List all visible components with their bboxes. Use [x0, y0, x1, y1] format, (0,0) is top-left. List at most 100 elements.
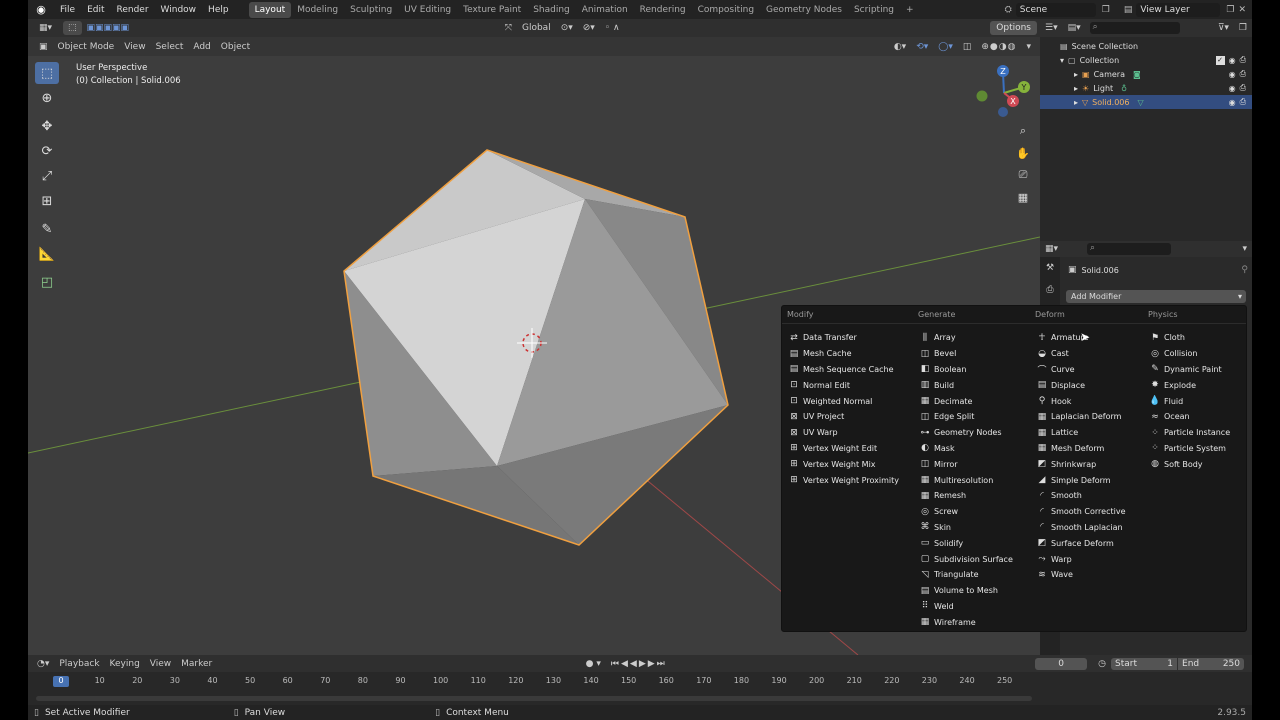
- modifier-weighted-normal[interactable]: ⊡ Weighted Normal: [782, 393, 913, 409]
- modifier-multiresolution[interactable]: ▦ Multiresolution: [913, 472, 1030, 488]
- tab-layout[interactable]: Layout: [248, 1, 292, 18]
- add-cube-tool-icon[interactable]: ◰: [35, 271, 59, 293]
- menu-edit[interactable]: Edit: [81, 5, 110, 15]
- menu-view[interactable]: View: [119, 40, 150, 54]
- modifier-warp[interactable]: ⤳ Warp: [1030, 551, 1143, 567]
- perspective-grid-icon[interactable]: ▦: [1013, 187, 1033, 207]
- modifier-skin[interactable]: ⌘ Skin: [913, 520, 1030, 536]
- proportional-edit-icon[interactable]: ◦ ∧: [600, 21, 625, 35]
- tab-geometry-nodes[interactable]: Geometry Nodes: [760, 2, 848, 18]
- modifier-vertex-weight-mix[interactable]: ⊞ Vertex Weight Mix: [782, 456, 913, 472]
- scene-copy-icon[interactable]: ❐: [1102, 5, 1110, 15]
- pin-icon[interactable]: ⚲: [1241, 265, 1248, 275]
- tool-tab-icon[interactable]: ⚒: [1040, 257, 1060, 279]
- menu-render[interactable]: Render: [111, 5, 155, 15]
- modifier-build[interactable]: ▥ Build: [913, 377, 1030, 393]
- pivot-point-icon[interactable]: ⊙▾: [556, 21, 578, 35]
- editor-type-icon[interactable]: ▦▾: [34, 21, 57, 35]
- modifier-data-transfer[interactable]: ⇄ Data Transfer: [782, 330, 913, 346]
- start-frame-field[interactable]: Start 1: [1111, 657, 1178, 670]
- measure-tool-icon[interactable]: 📐: [35, 243, 59, 265]
- select-tool-icon[interactable]: ⬚: [63, 21, 82, 35]
- modifier-subdivision-surface[interactable]: ▢ Subdivision Surface: [913, 551, 1030, 567]
- modifier-remesh[interactable]: ▦ Remesh: [913, 488, 1030, 504]
- tab-uv-editing[interactable]: UV Editing: [398, 2, 457, 18]
- scale-tool-icon[interactable]: ⤢: [35, 165, 59, 187]
- outliner-row-scene-collection[interactable]: ▤ Scene Collection: [1040, 39, 1252, 53]
- modifier-volume-to-mesh[interactable]: ▤ Volume to Mesh: [913, 583, 1030, 599]
- annotate-tool-icon[interactable]: ✎: [35, 218, 59, 240]
- scene-field[interactable]: Scene: [1015, 2, 1096, 17]
- menu-select[interactable]: Select: [151, 40, 189, 54]
- modifier-surface-deform[interactable]: ◩ Surface Deform: [1030, 535, 1143, 551]
- modifier-lattice[interactable]: ▦ Lattice: [1030, 425, 1143, 441]
- expand-arrow-icon[interactable]: ▸: [1074, 84, 1078, 93]
- playhead[interactable]: 0: [53, 676, 69, 687]
- view-layer-field[interactable]: View Layer: [1136, 2, 1221, 17]
- eye-icon[interactable]: ◉: [1229, 84, 1236, 93]
- modifier-uv-warp[interactable]: ⊠ UV Warp: [782, 425, 913, 441]
- transform-tool-icon[interactable]: ⊞: [35, 190, 59, 212]
- move-tool-icon[interactable]: ✥: [35, 115, 59, 137]
- modifier-collision[interactable]: ◎ Collision: [1143, 346, 1246, 362]
- modifier-particle-system[interactable]: ⁘ Particle System: [1143, 441, 1246, 457]
- menu-object[interactable]: Object: [216, 40, 255, 54]
- modifier-vertex-weight-edit[interactable]: ⊞ Vertex Weight Edit: [782, 441, 913, 457]
- modifier-explode[interactable]: ✸ Explode: [1143, 377, 1246, 393]
- add-modifier-button[interactable]: Add Modifier ▾: [1066, 290, 1246, 303]
- modifier-displace[interactable]: ▤ Displace: [1030, 377, 1143, 393]
- eye-icon[interactable]: ◉: [1229, 70, 1236, 79]
- end-frame-field[interactable]: End 250: [1178, 657, 1245, 670]
- render-camera-icon[interactable]: ⎙: [1240, 83, 1246, 93]
- modifier-mask[interactable]: ◐ Mask: [913, 441, 1030, 457]
- modifier-smooth-corrective[interactable]: ◜ Smooth Corrective: [1030, 504, 1143, 520]
- properties-options-icon[interactable]: ▾: [1237, 242, 1252, 256]
- modifier-decimate[interactable]: ▦ Decimate: [913, 393, 1030, 409]
- modifier-wave[interactable]: ≋ Wave: [1030, 567, 1143, 583]
- new-collection-icon[interactable]: ❐: [1234, 21, 1252, 35]
- modifier-soft-body[interactable]: ◍ Soft Body: [1143, 456, 1246, 472]
- modifier-cloth[interactable]: ⚑ Cloth: [1143, 330, 1246, 346]
- menu-help[interactable]: Help: [202, 5, 235, 15]
- menu-file[interactable]: File: [54, 5, 81, 15]
- expand-arrow-icon[interactable]: ▸: [1074, 70, 1078, 79]
- rotate-tool-icon[interactable]: ⟳: [35, 140, 59, 162]
- outliner-row-solid[interactable]: ▸ ▽ Solid.006 ▽ ◉ ⎙: [1040, 95, 1252, 109]
- navigation-gizmo[interactable]: Z Y X: [976, 65, 1031, 117]
- modifier-wireframe[interactable]: ▦ Wireframe: [913, 614, 1030, 630]
- shading-modes-icon[interactable]: ⊕●◑◍: [976, 40, 1021, 54]
- outliner-search-icon[interactable]: ⌕: [1089, 22, 1180, 34]
- transform-orientation-dropdown[interactable]: Global: [517, 21, 556, 35]
- outliner-row-collection[interactable]: ▾ ▢ Collection ✓ ◉ ⎙: [1040, 53, 1252, 67]
- modifier-cast[interactable]: ◒ Cast: [1030, 346, 1143, 362]
- filter-icon[interactable]: ⊽▾: [1213, 21, 1234, 35]
- modifier-mesh-deform[interactable]: ▦ Mesh Deform: [1030, 441, 1143, 457]
- modifier-laplacian-deform[interactable]: ▦ Laplacian Deform: [1030, 409, 1143, 425]
- tab-sculpting[interactable]: Sculpting: [344, 2, 398, 18]
- zoom-icon[interactable]: ⌕: [1013, 121, 1033, 141]
- modifier-solidify[interactable]: ▭ Solidify: [913, 535, 1030, 551]
- modifier-triangulate[interactable]: ◹ Triangulate: [913, 567, 1030, 583]
- pan-hand-icon[interactable]: ✋: [1013, 143, 1033, 163]
- xray-icon[interactable]: ◫: [958, 40, 977, 54]
- modifier-uv-project[interactable]: ⊠ UV Project: [782, 409, 913, 425]
- modifier-ocean[interactable]: ≈ Ocean: [1143, 409, 1246, 425]
- tab-compositing[interactable]: Compositing: [692, 2, 760, 18]
- modifier-geometry-nodes[interactable]: ⊶ Geometry Nodes: [913, 425, 1030, 441]
- modifier-particle-instance[interactable]: ⁘ Particle Instance: [1143, 425, 1246, 441]
- add-workspace-button[interactable]: +: [900, 2, 920, 18]
- blender-logo-icon[interactable]: ◉: [28, 3, 54, 16]
- display-mode-icon[interactable]: ▤▾: [1063, 21, 1086, 35]
- camera-view-icon[interactable]: ⎚: [1013, 165, 1033, 185]
- modifier-smooth-laplacian[interactable]: ◜ Smooth Laplacian: [1030, 520, 1143, 536]
- visibility-icon[interactable]: ◐▾: [889, 40, 911, 54]
- gizmo-icon[interactable]: ⟲▾: [911, 40, 933, 54]
- render-camera-icon[interactable]: ⎙: [1240, 55, 1246, 65]
- modifier-mesh-cache[interactable]: ▤ Mesh Cache: [782, 346, 913, 362]
- icosahedron-mesh[interactable]: [343, 149, 729, 546]
- modifier-vertex-weight-proximity[interactable]: ⊞ Vertex Weight Proximity: [782, 472, 913, 488]
- timeline-scrollbar[interactable]: [36, 696, 1032, 701]
- render-camera-icon[interactable]: ⎙: [1240, 69, 1246, 79]
- modifier-screw[interactable]: ◎ Screw: [913, 504, 1030, 520]
- modifier-weld[interactable]: ⠿ Weld: [913, 599, 1030, 615]
